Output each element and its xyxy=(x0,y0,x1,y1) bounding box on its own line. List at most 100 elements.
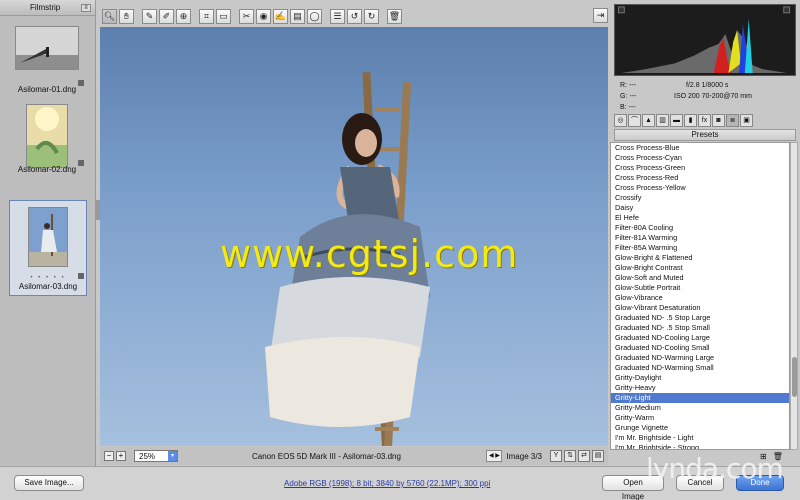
star-rating[interactable]: • • • • • xyxy=(30,275,65,281)
status-bar: − + 25% ▾ Canon EOS 5D Mark III - Asilom… xyxy=(100,447,608,465)
preset-item[interactable]: Grunge Vignette xyxy=(611,423,789,433)
fullscreen-icon[interactable]: ⇥ xyxy=(593,8,608,23)
watermark-text: www.cgtsj.com xyxy=(220,232,519,276)
preset-item[interactable]: Gritty-Medium xyxy=(611,403,789,413)
filmstrip-panel: Filmstrip ≡ Asilomar-01.dng Asilomar-02.… xyxy=(0,0,96,466)
preset-item[interactable]: Graduated ND-Warming Large xyxy=(611,353,789,363)
preset-item[interactable]: Gritty-Warm xyxy=(611,413,789,423)
presets-list: Cross Process-Blue Cross Process-Cyan Cros… xyxy=(610,142,790,450)
camera-calibration-tab-icon[interactable]: ◙ xyxy=(712,114,725,127)
filmstrip-menu-icon[interactable]: ≡ xyxy=(81,3,91,12)
preset-item[interactable]: Cross Process-Yellow xyxy=(611,183,789,193)
histogram xyxy=(614,4,796,76)
filmstrip-header: Filmstrip ≡ xyxy=(0,0,95,16)
save-image-button[interactable]: Save Image... xyxy=(14,475,84,491)
target-adjust-icon[interactable]: ⊕ xyxy=(176,8,191,24)
lens-tab-icon[interactable]: ▮ xyxy=(684,114,697,127)
presets-header: Presets xyxy=(614,129,796,141)
preset-item[interactable]: Cross Process-Green xyxy=(611,163,789,173)
preset-item[interactable]: Filter-81A Warming xyxy=(611,233,789,243)
filmstrip-item-3[interactable]: • • • • • Asilomar-03.dng xyxy=(9,200,87,296)
preset-item[interactable]: Glow-Subtle Portrait xyxy=(611,283,789,293)
presets-scrollbar[interactable] xyxy=(790,142,798,450)
preset-item[interactable]: Gritty-Heavy xyxy=(611,383,789,393)
hand-icon[interactable]: ✋︎ xyxy=(119,8,134,24)
filmstrip-item-1[interactable]: Asilomar-01.dng xyxy=(8,20,86,98)
chevron-down-icon: ▾ xyxy=(168,451,177,461)
red-eye-icon[interactable]: ◉ xyxy=(256,8,271,24)
zoom-in-icon[interactable]: + xyxy=(116,451,126,461)
image-info: R: --- G: --- B: --- f/2.8 1/8000 s ISO … xyxy=(614,80,796,111)
filmstrip-item-2[interactable]: Asilomar-02.dng xyxy=(8,100,86,178)
list-icon[interactable]: ☰ xyxy=(330,8,345,24)
preset-item[interactable]: I'm Mr. Brightside - Light xyxy=(611,433,789,443)
preset-item[interactable]: Graduated ND- .5 Stop Small xyxy=(611,323,789,333)
rotate-left-icon[interactable]: ↺ xyxy=(347,8,362,24)
preset-item[interactable]: Glow-Vibrance xyxy=(611,293,789,303)
aperture-shutter: f/2.8 1/8000 s xyxy=(686,82,729,89)
preset-item[interactable]: Graduated ND-Cooling Large xyxy=(611,333,789,343)
preset-item[interactable]: Gritty-Daylight xyxy=(611,373,789,383)
preset-item[interactable]: Graduated ND- .5 Stop Large xyxy=(611,313,789,323)
hsl-tab-icon[interactable]: ▥ xyxy=(656,114,669,127)
zoom-icon[interactable]: 🔍︎ xyxy=(102,8,117,24)
preset-item[interactable]: Graduated ND-Cooling Small xyxy=(611,343,789,353)
zoom-out-icon[interactable]: − xyxy=(104,451,114,461)
graduated-filter-icon[interactable]: ▤ xyxy=(290,8,305,24)
panel-tabs: ◎ ⌒ ▲ ▥ ▬ ▮ fx ◙ ≣ ▣ xyxy=(614,114,796,128)
r-readout: R: --- xyxy=(620,82,636,89)
iso-lens: ISO 200 70-200@70 mm xyxy=(674,93,752,100)
preset-item[interactable]: Gritty-Light xyxy=(611,393,789,403)
thumbnail-asilomar-03 xyxy=(28,207,68,267)
spot-removal-icon[interactable]: ✂ xyxy=(239,8,254,24)
prev-next-arrows-icon[interactable]: ◀ ▶ xyxy=(486,450,503,462)
preset-item[interactable]: Glow-Soft and Muted xyxy=(611,273,789,283)
preset-item[interactable]: Cross Process-Red xyxy=(611,173,789,183)
tone-curve-tab-icon[interactable]: ⌒ xyxy=(628,114,641,127)
preset-item[interactable]: Cross Process-Cyan xyxy=(611,153,789,163)
preset-item[interactable]: Glow-Vibrant Desaturation xyxy=(611,303,789,313)
color-sampler-icon[interactable]: ✐ xyxy=(159,8,174,24)
workflow-options-link[interactable]: Adobe RGB (1998); 8 bit; 3840 by 5760 (2… xyxy=(284,479,490,488)
preset-item[interactable]: El Hefe xyxy=(611,213,789,223)
rotate-right-icon[interactable]: ↻ xyxy=(364,8,379,24)
preset-item[interactable]: Filter-80A Cooling xyxy=(611,223,789,233)
image-navigator: ◀ ▶ Image 3/3 xyxy=(486,450,542,462)
preset-item[interactable]: I'm Mr. Brightside - Strong xyxy=(611,443,789,449)
effects-tab-icon[interactable]: fx xyxy=(698,114,711,127)
trash-icon[interactable]: 🗑︎ xyxy=(387,8,402,24)
preset-item[interactable]: Cross Process-Blue xyxy=(611,143,789,153)
straighten-icon[interactable]: ▭ xyxy=(216,8,231,24)
preset-item[interactable]: Graduated ND-Warming Small xyxy=(611,363,789,373)
filmstrip-title: Filmstrip xyxy=(30,3,61,12)
swap-icon[interactable]: ⇅ xyxy=(564,450,576,462)
copy-settings-icon[interactable]: ⇄ xyxy=(578,450,590,462)
tool-bar: 🔍︎ ✋︎ ✎ ✐ ⊕ ⌗ ▭ ✂ ◉ ✍ ▤ ◯ ☰ ↺ ↻ 🗑︎ ⇥ xyxy=(100,6,608,26)
image-preview[interactable]: www.cgtsj.com xyxy=(100,27,608,446)
toggle-view-icon[interactable]: ▤ xyxy=(592,450,604,462)
split-toning-tab-icon[interactable]: ▬ xyxy=(670,114,683,127)
preset-item[interactable]: Glow-Bright Contrast xyxy=(611,263,789,273)
before-after-icon[interactable]: Y xyxy=(550,450,562,462)
preset-item[interactable]: Glow-Bright & Flattened xyxy=(611,253,789,263)
basic-tab-icon[interactable]: ◎ xyxy=(614,114,627,127)
zoom-level-select[interactable]: 25% ▾ xyxy=(134,450,178,462)
snapshots-tab-icon[interactable]: ▣ xyxy=(740,114,753,127)
adjustment-brush-icon[interactable]: ✍ xyxy=(273,8,288,24)
scrollbar-thumb[interactable] xyxy=(792,357,797,397)
filmstrip-item-label: Asilomar-02.dng xyxy=(17,165,77,174)
filmstrip-item-label: Asilomar-03.dng xyxy=(18,282,78,291)
preset-item[interactable]: Filter-85A Warming xyxy=(611,243,789,253)
detail-tab-icon[interactable]: ▲ xyxy=(642,114,655,127)
preset-item[interactable]: Daisy xyxy=(611,203,789,213)
edited-badge-icon xyxy=(78,273,84,279)
white-balance-icon[interactable]: ✎ xyxy=(142,8,157,24)
radial-filter-icon[interactable]: ◯ xyxy=(307,8,322,24)
presets-tab-icon[interactable]: ≣ xyxy=(726,114,739,127)
thumbnail-asilomar-02 xyxy=(26,104,68,168)
thumbnail-asilomar-01 xyxy=(15,26,79,70)
crop-icon[interactable]: ⌗ xyxy=(199,8,214,24)
filmstrip-item-label: Asilomar-01.dng xyxy=(17,85,77,94)
g-readout: G: --- xyxy=(620,93,637,100)
preset-item[interactable]: Crossify xyxy=(611,193,789,203)
